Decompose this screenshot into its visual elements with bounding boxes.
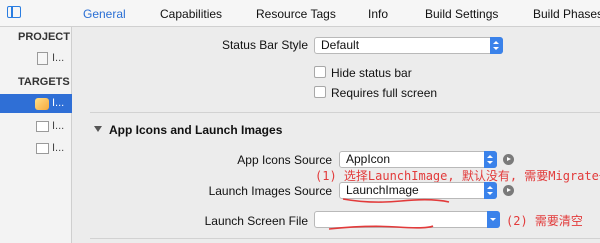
- app-icons-source-label: App Icons Source: [237, 153, 332, 167]
- target-icon: [36, 121, 49, 132]
- project-item-label: I...: [52, 52, 65, 64]
- app-icons-source-value: AppIcon: [346, 152, 391, 166]
- hide-status-bar-checkbox[interactable]: [314, 66, 326, 78]
- tab-build-phases[interactable]: Build Phases: [533, 7, 600, 21]
- requires-full-screen-label: Requires full screen: [331, 86, 438, 100]
- app-target-icon: [35, 98, 49, 110]
- annotation-step-2: (2) 需要清空: [506, 214, 583, 228]
- launch-images-source-value: LaunchImage: [346, 183, 419, 197]
- status-bar-style-popup[interactable]: Default: [314, 37, 503, 54]
- app-icons-section-title: App Icons and Launch Images: [109, 123, 283, 137]
- target-item-label: I...: [52, 142, 65, 154]
- launch-screen-file-label: Launch Screen File: [204, 214, 308, 228]
- target-item-app[interactable]: I...: [0, 94, 72, 113]
- underline-scribble: [328, 225, 434, 230]
- underline-scribble: [342, 198, 450, 203]
- tab-info[interactable]: Info: [368, 7, 388, 21]
- project-target-sidebar: PROJECT I... TARGETS I... I... I...: [0, 27, 72, 243]
- status-bar-style-label: Status Bar Style: [221, 38, 308, 52]
- popup-stepper-icon: [490, 37, 503, 54]
- sidebar-toggle-icon[interactable]: [7, 6, 21, 18]
- status-bar-style-value: Default: [321, 38, 360, 52]
- target-item-label: I...: [52, 97, 65, 109]
- target-icon: [36, 143, 49, 154]
- go-arrow-icon[interactable]: [503, 185, 514, 196]
- tab-resource-tags[interactable]: Resource Tags: [256, 7, 336, 21]
- project-header: PROJECT: [18, 31, 70, 43]
- section-divider: [90, 238, 600, 239]
- project-file-icon: [37, 52, 48, 65]
- targets-header: TARGETS: [18, 76, 70, 88]
- section-divider: [90, 112, 600, 113]
- project-item[interactable]: I...: [0, 49, 72, 68]
- popup-stepper-icon: [484, 151, 497, 168]
- chevron-down-icon[interactable]: [487, 211, 500, 228]
- launch-images-source-label: Launch Images Source: [208, 184, 332, 198]
- target-item-label: I...: [52, 120, 65, 132]
- general-settings-panel: Status Bar Style Default Hide status bar…: [73, 27, 600, 243]
- requires-full-screen-checkbox[interactable]: [314, 86, 326, 98]
- target-item-2[interactable]: I...: [0, 117, 72, 136]
- app-icons-source-popup[interactable]: AppIcon: [339, 151, 497, 168]
- tab-capabilities[interactable]: Capabilities: [160, 7, 222, 21]
- tab-build-settings[interactable]: Build Settings: [425, 7, 498, 21]
- hide-status-bar-label: Hide status bar: [331, 66, 412, 80]
- go-arrow-icon[interactable]: [503, 154, 514, 165]
- target-item-3[interactable]: I...: [0, 139, 72, 158]
- popup-stepper-icon: [484, 182, 497, 199]
- editor-tab-bar: General Capabilities Resource Tags Info …: [0, 0, 600, 27]
- disclosure-triangle-icon[interactable]: [94, 126, 102, 132]
- tab-general[interactable]: General: [83, 7, 126, 21]
